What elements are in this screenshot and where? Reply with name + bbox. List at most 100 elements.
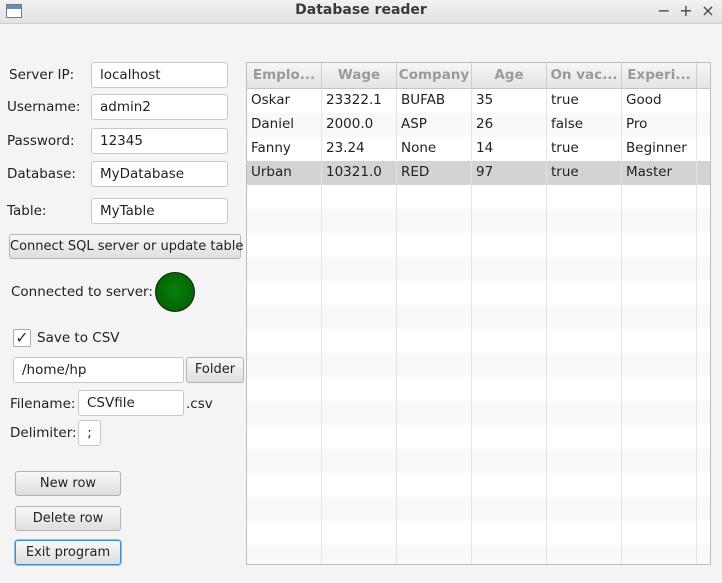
- table-cell[interactable]: true: [547, 89, 622, 113]
- exit-program-button[interactable]: Exit program: [15, 540, 121, 565]
- table-cell: [397, 545, 472, 564]
- table-cell: [472, 401, 547, 425]
- column-header-age[interactable]: Age: [472, 63, 547, 89]
- table-cell[interactable]: [697, 89, 710, 113]
- table-cell[interactable]: true: [547, 137, 622, 161]
- column-header-employee[interactable]: Emplo...: [247, 63, 322, 89]
- table-empty-row: [247, 449, 710, 473]
- column-header-on-vacation[interactable]: On vac...: [547, 63, 622, 89]
- table-cell: [622, 233, 697, 257]
- column-header-wage[interactable]: Wage: [322, 63, 397, 89]
- table-cell: [547, 497, 622, 521]
- table-cell: [247, 329, 322, 353]
- table-cell: [697, 305, 710, 329]
- column-header-company[interactable]: Company: [397, 63, 472, 89]
- data-table[interactable]: Emplo... Wage Company Age On vac... Expe…: [246, 62, 711, 565]
- minimize-button[interactable]: −: [654, 0, 674, 22]
- table-cell: [247, 281, 322, 305]
- table-empty-row: [247, 329, 710, 353]
- username-input[interactable]: admin2: [91, 94, 228, 120]
- table-empty-row: [247, 497, 710, 521]
- delimiter-input[interactable]: ;: [78, 420, 101, 446]
- table-cell[interactable]: 10321.0: [322, 161, 397, 185]
- table-cell[interactable]: ASP: [397, 113, 472, 137]
- delete-row-button[interactable]: Delete row: [15, 506, 121, 531]
- table-cell: [697, 209, 710, 233]
- table-cell: [247, 353, 322, 377]
- table-cell: [547, 545, 622, 564]
- column-header-experience[interactable]: Experi...: [622, 63, 697, 89]
- table-row[interactable]: Daniel 2000.0 ASP 26 false Pro: [247, 113, 710, 137]
- table-cell: [472, 473, 547, 497]
- table-cell: [697, 281, 710, 305]
- table-cell[interactable]: 26: [472, 113, 547, 137]
- table-cell: [547, 233, 622, 257]
- table-cell: [322, 233, 397, 257]
- table-cell[interactable]: 35: [472, 89, 547, 113]
- table-cell: [247, 305, 322, 329]
- filename-input[interactable]: CSVfile: [78, 390, 184, 416]
- table-cell[interactable]: BUFAB: [397, 89, 472, 113]
- table-input[interactable]: MyTable: [91, 198, 228, 224]
- table-cell[interactable]: [697, 113, 710, 137]
- password-input[interactable]: 12345: [91, 128, 228, 154]
- table-row[interactable]: Urban 10321.0 RED 97 true Master: [247, 161, 710, 185]
- database-input[interactable]: MyDatabase: [91, 161, 228, 187]
- table-cell[interactable]: [697, 137, 710, 161]
- title-bar: Database reader − + ×: [0, 0, 722, 24]
- table-cell: [622, 281, 697, 305]
- table-cell[interactable]: Beginner: [622, 137, 697, 161]
- table-cell[interactable]: true: [547, 161, 622, 185]
- table-cell: [547, 353, 622, 377]
- table-cell[interactable]: Good: [622, 89, 697, 113]
- table-cell[interactable]: RED: [397, 161, 472, 185]
- table-cell: [472, 377, 547, 401]
- table-cell[interactable]: Pro: [622, 113, 697, 137]
- maximize-button[interactable]: +: [676, 0, 696, 22]
- table-cell[interactable]: 97: [472, 161, 547, 185]
- table-cell: [697, 401, 710, 425]
- table-cell[interactable]: Master: [622, 161, 697, 185]
- table-cell[interactable]: Oskar: [247, 89, 322, 113]
- server-ip-input[interactable]: localhost: [91, 62, 228, 88]
- table-cell: [322, 185, 397, 209]
- table-cell[interactable]: 23.24: [322, 137, 397, 161]
- table-cell: [622, 401, 697, 425]
- table-cell[interactable]: Fanny: [247, 137, 322, 161]
- table-cell: [622, 305, 697, 329]
- close-button[interactable]: ×: [698, 0, 718, 22]
- table-cell[interactable]: Daniel: [247, 113, 322, 137]
- table-cell: [622, 497, 697, 521]
- table-cell[interactable]: [697, 161, 710, 185]
- table-cell: [472, 305, 547, 329]
- table-row[interactable]: Fanny 23.24 None 14 true Beginner: [247, 137, 710, 161]
- table-cell[interactable]: false: [547, 113, 622, 137]
- table-cell: [472, 545, 547, 564]
- table-cell: [547, 281, 622, 305]
- table-cell: [697, 425, 710, 449]
- folder-path-input[interactable]: /home/hp: [13, 357, 184, 383]
- connect-button[interactable]: Connect SQL server or update table: [9, 234, 243, 259]
- table-cell[interactable]: 2000.0: [322, 113, 397, 137]
- table-cell: [622, 209, 697, 233]
- table-cell: [247, 473, 322, 497]
- table-cell: [697, 545, 710, 564]
- table-empty-row: [247, 473, 710, 497]
- table-cell: [697, 185, 710, 209]
- table-cell[interactable]: Urban: [247, 161, 322, 185]
- table-cell: [397, 257, 472, 281]
- folder-button[interactable]: Folder: [186, 357, 244, 383]
- save-csv-checkbox[interactable]: ✓: [13, 329, 31, 347]
- table-cell: [397, 449, 472, 473]
- table-cell[interactable]: 23322.1: [322, 89, 397, 113]
- delimiter-label: Delimiter:: [10, 425, 77, 441]
- table-row[interactable]: Oskar 23322.1 BUFAB 35 true Good: [247, 89, 710, 113]
- table-cell: [547, 185, 622, 209]
- new-row-button[interactable]: New row: [15, 471, 121, 496]
- table-cell: [322, 329, 397, 353]
- table-cell: [472, 449, 547, 473]
- table-cell[interactable]: None: [397, 137, 472, 161]
- table-cell: [622, 521, 697, 545]
- table-cell[interactable]: 14: [472, 137, 547, 161]
- table-cell: [697, 473, 710, 497]
